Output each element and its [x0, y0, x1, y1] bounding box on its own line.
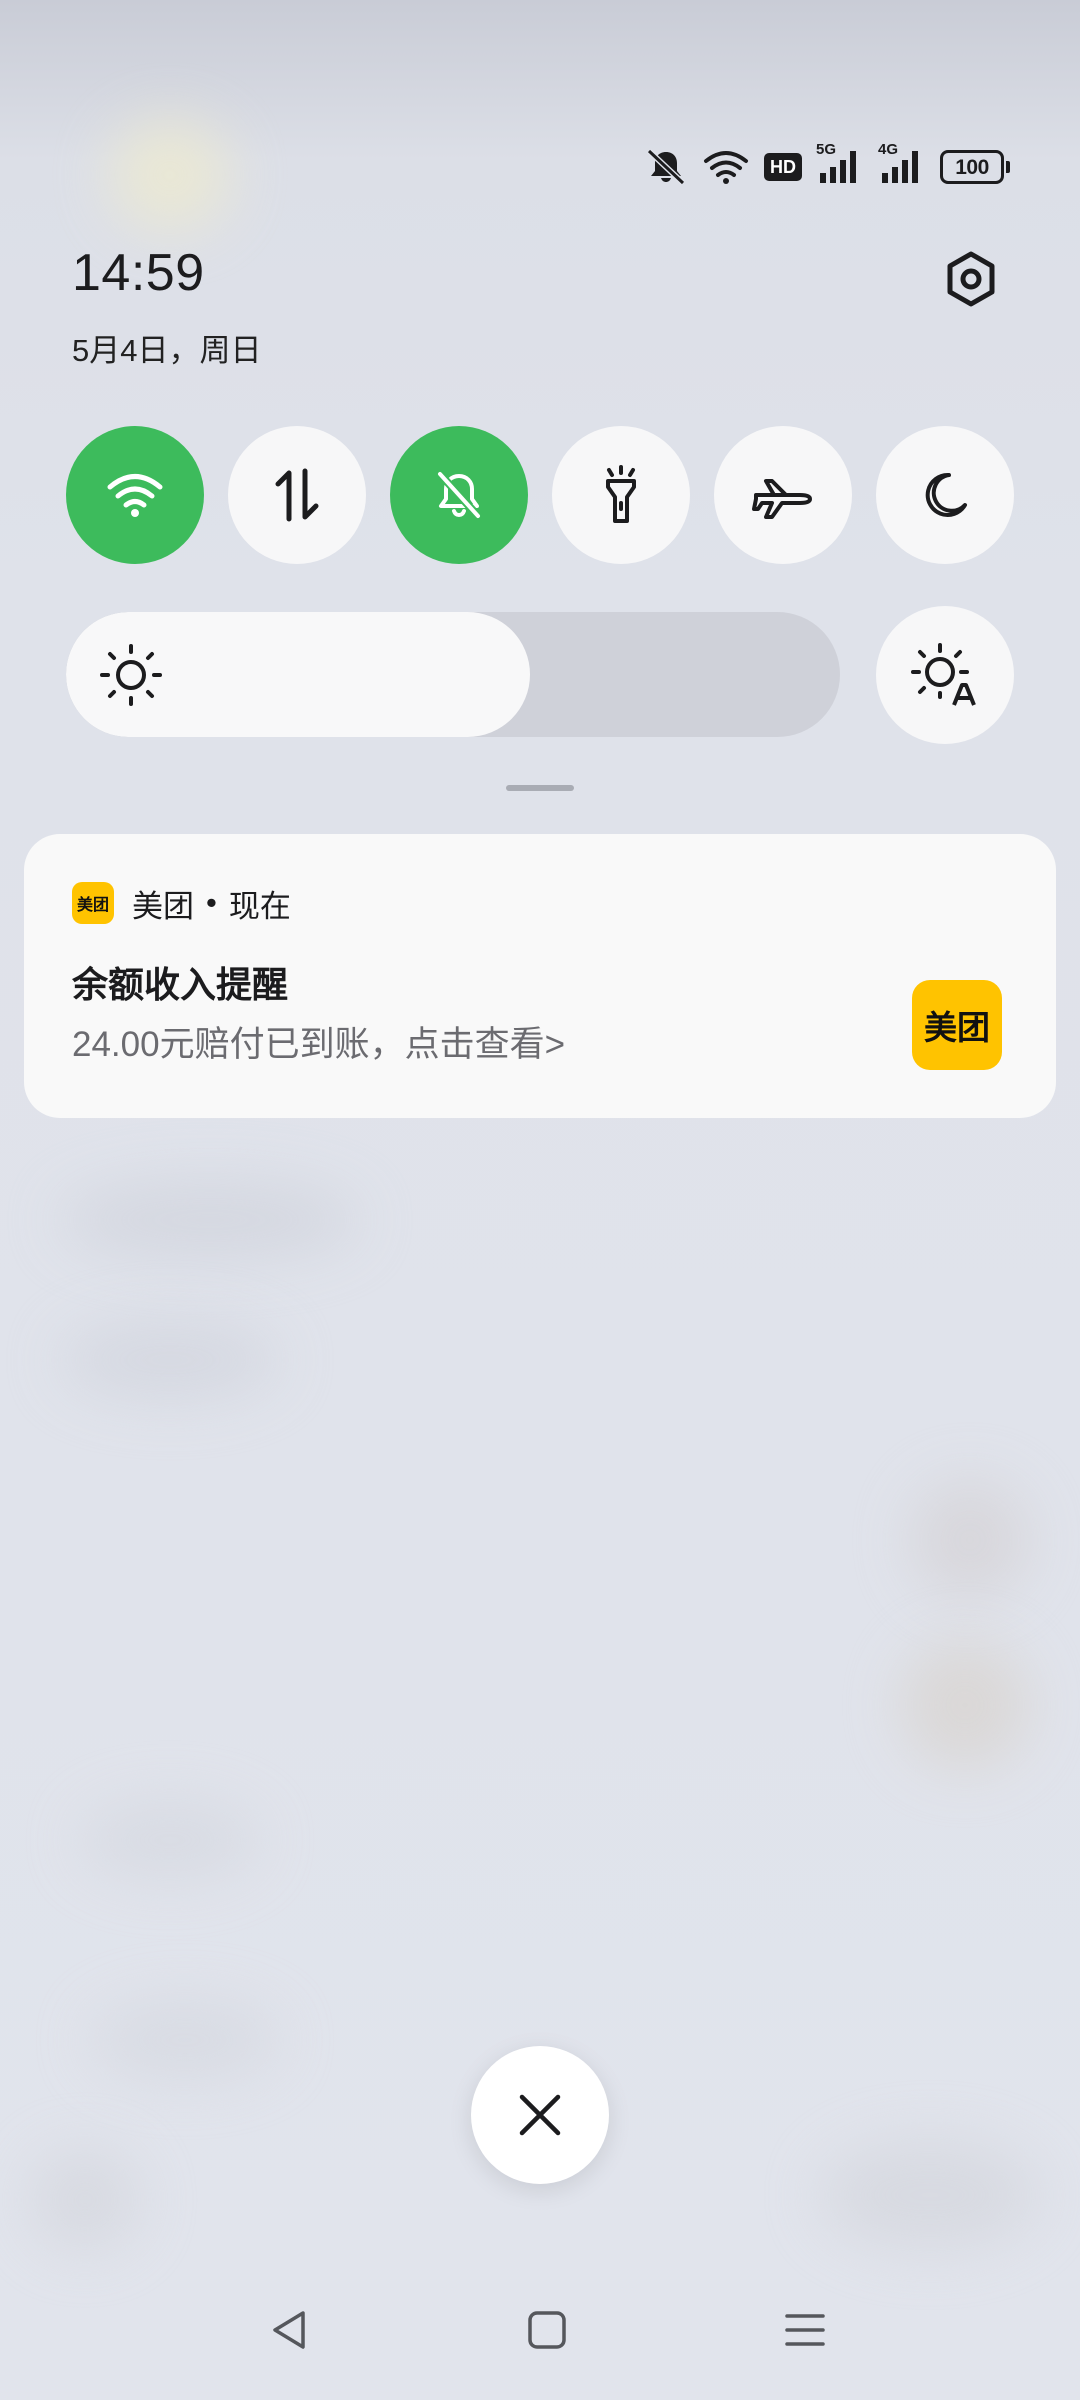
network-4g-label: 4G — [878, 141, 899, 158]
background-blur — [90, 2000, 280, 2080]
wifi-toggle[interactable] — [66, 426, 204, 564]
mute-toggle[interactable] — [390, 426, 528, 564]
hd-icon: HD — [764, 153, 802, 181]
airplane-icon — [752, 479, 812, 519]
battery-icon: 100 — [940, 150, 1010, 184]
background-blur — [900, 1640, 1030, 1770]
settings-button[interactable] — [936, 244, 1006, 314]
dark-mode-moon-icon — [925, 472, 967, 517]
mobile-data-toggle[interactable] — [228, 426, 366, 564]
background-blur — [60, 1320, 280, 1400]
background-blur — [910, 1480, 1030, 1600]
wifi-icon — [107, 474, 163, 517]
status-bar: HD 5G 4G 100 — [644, 140, 1010, 194]
meituan-app-icon: 美团 — [72, 882, 114, 924]
4g-signal-icon: 4G — [878, 141, 926, 185]
date: 5月4日，周日 — [72, 333, 262, 368]
notification-header: 美团 • 现在 — [132, 882, 291, 924]
mute-icon — [644, 147, 688, 187]
recents-button[interactable] — [775, 2300, 835, 2360]
clear-notifications-button[interactable] — [471, 2046, 609, 2184]
gear-icon — [947, 251, 995, 307]
close-icon — [519, 2094, 561, 2136]
5g-signal-icon: 5G — [816, 141, 864, 185]
dark-mode-toggle[interactable] — [876, 426, 1014, 564]
airplane-mode-toggle[interactable] — [714, 426, 852, 564]
quick-settings — [66, 426, 1014, 564]
meituan-thumbnail-icon: 美团 — [912, 980, 1002, 1070]
notification-app-name: 美团 — [132, 888, 194, 924]
back-icon — [273, 2311, 305, 2349]
notification-body: 24.00元赔付已到账，点击查看> — [72, 1025, 566, 1064]
home-button[interactable] — [517, 2300, 577, 2360]
notification-title: 余额收入提醒 — [72, 964, 289, 1005]
home-icon — [528, 2311, 566, 2349]
notification-card[interactable]: 美团 美团 • 现在 余额收入提醒 24.00元赔付已到账，点击查看> 美团 — [24, 834, 1056, 1118]
clock: 14:59 — [72, 244, 205, 302]
wifi-icon — [702, 149, 750, 185]
notification-separator: • — [206, 885, 217, 920]
flashlight-icon — [606, 465, 636, 523]
sun-icon — [100, 644, 162, 706]
notification-time: 现在 — [228, 888, 291, 924]
recents-icon — [785, 2314, 825, 2346]
background-blur — [30, 2150, 140, 2250]
auto-brightness-icon — [911, 643, 976, 706]
navigation-bar — [0, 2290, 1080, 2370]
network-5g-label: 5G — [816, 141, 837, 158]
mobile-data-icon — [275, 468, 319, 522]
auto-brightness-button[interactable] — [876, 606, 1014, 744]
background-blur — [80, 1800, 260, 1880]
panel-drag-handle[interactable] — [506, 785, 574, 791]
battery-level: 100 — [940, 150, 1004, 184]
background-blur — [110, 120, 230, 230]
flashlight-toggle[interactable] — [552, 426, 690, 564]
background-blur — [820, 2140, 1040, 2250]
back-button[interactable] — [259, 2300, 319, 2360]
mute-bell-icon — [437, 471, 481, 519]
brightness-slider[interactable] — [66, 612, 840, 737]
background-blur — [60, 1180, 360, 1260]
